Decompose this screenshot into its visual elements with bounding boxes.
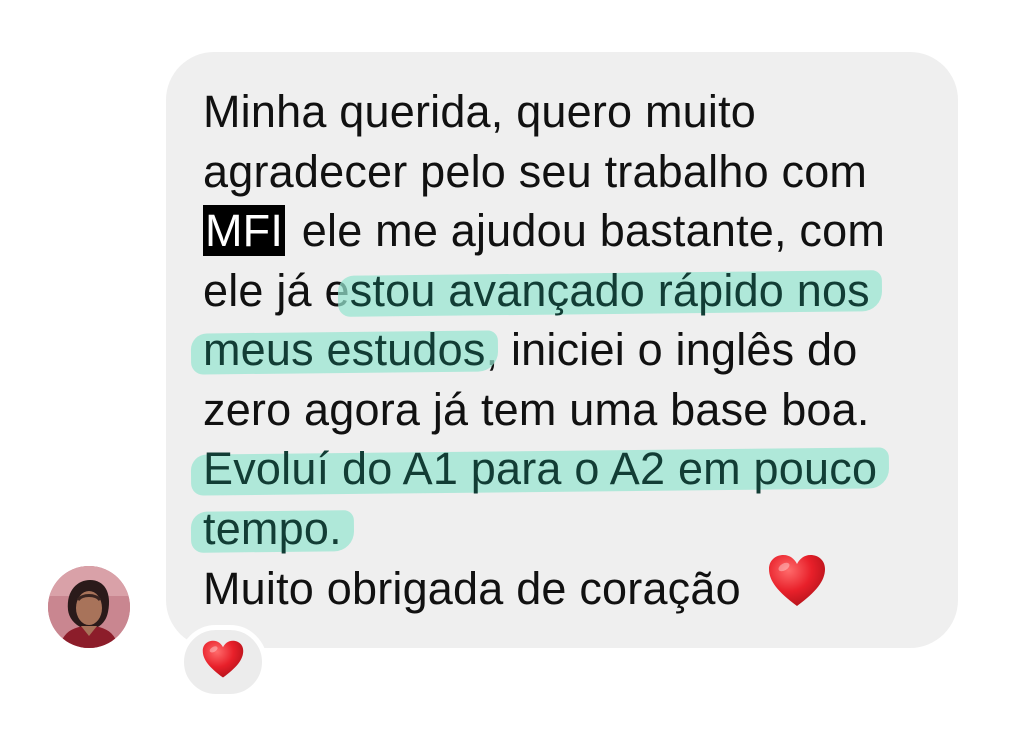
message-text: Minha querida, quero muito agradecer pel…	[203, 82, 943, 618]
message-line: MFI ele me ajudou bastante, com	[203, 201, 943, 261]
highlighted-text: stou avançado rápido nos	[349, 264, 870, 316]
highlighted-text: tempo.	[203, 502, 342, 554]
message-line-text: ele já e	[203, 264, 350, 316]
message-line-text: agradecer pelo seu trabalho com	[203, 145, 868, 197]
message-line-text: ele me ajudou bastante, com	[289, 205, 886, 256]
message-line-text: Minha querida, quero muito	[203, 86, 757, 137]
message-line: agradecer pelo seu trabalho com	[203, 142, 943, 202]
message-line: Evoluí do A1 para o A2 em pouco	[203, 439, 943, 499]
message-line: zero agora já tem uma base boa.	[203, 380, 943, 440]
message-line: tempo.	[203, 499, 943, 559]
redacted-text: MFI	[203, 205, 286, 256]
message-line: Muito obrigada de coração	[203, 555, 943, 618]
message-line-text: , iniciei o inglês do	[485, 324, 858, 375]
message-line: meus estudos, iniciei o inglês do	[203, 320, 943, 380]
user-avatar[interactable]	[48, 566, 130, 648]
message-line: ele já estou avançado rápido nos	[203, 261, 943, 321]
message-line-text: Muito obrigada de coração	[203, 563, 741, 615]
heart-reaction-icon	[202, 640, 244, 684]
highlighted-text: meus estudos	[203, 324, 486, 375]
chat-view: Minha querida, quero muito agradecer pel…	[0, 0, 1024, 733]
highlighted-text: Evoluí do A1 para o A2 em pouco	[203, 443, 878, 494]
heart-emoji-icon	[768, 554, 826, 623]
avatar-photo-icon	[48, 566, 130, 648]
reaction-badge[interactable]	[179, 625, 267, 699]
message-line: Minha querida, quero muito	[203, 82, 943, 142]
message-line-text: zero agora já tem uma base boa.	[203, 383, 870, 435]
